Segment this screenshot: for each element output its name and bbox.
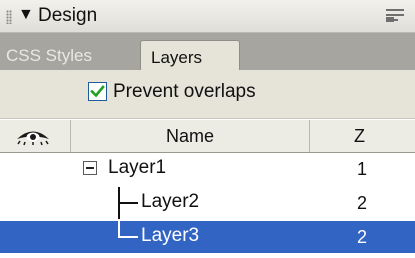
layer-name: Layer2 (141, 191, 200, 212)
eye-icon (17, 131, 49, 146)
panel-title-bar[interactable]: ▼ Design (0, 0, 415, 33)
drag-grip-icon[interactable] (6, 10, 12, 24)
column-visibility[interactable] (0, 120, 71, 152)
tree-connector-branch (118, 236, 138, 238)
layer-row-layer1[interactable]: Layer1 1 (0, 153, 415, 185)
column-name-label: Name (165, 126, 214, 146)
layers-options-row: Prevent overlaps (0, 70, 415, 119)
layer-name: Layer3 (141, 225, 200, 246)
layer-z-value[interactable]: 2 (357, 192, 367, 214)
column-z[interactable]: Z (310, 120, 415, 152)
column-name[interactable]: Name (71, 120, 310, 152)
tree-connector-branch (118, 202, 138, 204)
layer-row-layer3[interactable]: Layer3 2 (0, 221, 415, 253)
tab-strip: CSS Styles Layers (0, 33, 415, 72)
tab-layers-label: Layers (151, 48, 203, 67)
layer-z-value[interactable]: 1 (357, 158, 367, 180)
tab-layers[interactable]: Layers (140, 40, 240, 72)
layers-column-header: Name Z (0, 119, 415, 153)
layer-name: Layer1 (108, 157, 167, 178)
panel-options-menu-icon[interactable] (386, 9, 406, 23)
collapse-toggle-icon[interactable] (83, 161, 97, 175)
layer-z-value[interactable]: 2 (357, 226, 367, 248)
column-z-label: Z (354, 126, 365, 146)
prevent-overlaps-label[interactable]: Prevent overlaps (113, 81, 256, 103)
layers-panel: ▼ Design CSS Styles Layers Prevent overl… (0, 0, 415, 258)
panel-title[interactable]: Design (38, 5, 97, 27)
prevent-overlaps-checkbox[interactable] (88, 82, 107, 101)
layer-row-layer2[interactable]: Layer2 2 (0, 187, 415, 219)
tab-css-styles[interactable]: CSS Styles (6, 46, 92, 66)
collapse-arrow-icon[interactable]: ▼ (18, 5, 34, 25)
